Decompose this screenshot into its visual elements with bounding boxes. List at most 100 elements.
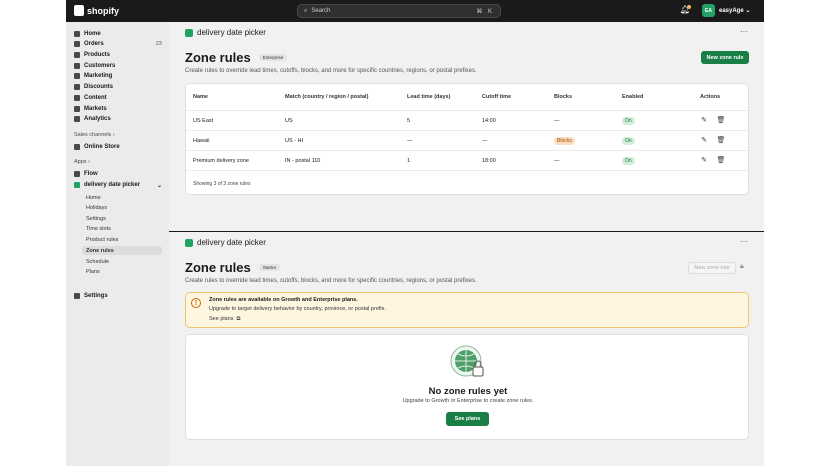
rule-match: IN - postal 110 (285, 158, 321, 164)
new-zone-rule-button[interactable]: New zone rule (688, 262, 736, 274)
sidebar-item-label: Products (84, 52, 111, 58)
see-plans-button[interactable]: See plans (446, 412, 489, 426)
sales-channels-header[interactable]: Sales channels › (74, 132, 115, 138)
sidebar-item-home[interactable]: Home (74, 29, 162, 39)
column-header: Actions (700, 94, 721, 100)
sidebar-item-products[interactable]: Products (74, 50, 162, 60)
sidebar-item-label: Home (84, 31, 101, 37)
sidebar-item-orders[interactable]: Orders 23 (74, 39, 162, 49)
app-title: delivery date picker (197, 238, 266, 247)
banner-text: Upgrade to target delivery behavior by c… (209, 306, 386, 312)
orders-icon (74, 41, 80, 47)
rule-cutoff: 14:00 (482, 118, 496, 124)
sub-item-zone-rules[interactable]: Zone rules (82, 246, 162, 255)
sidebar-item-label: Settings (84, 293, 108, 299)
app-icon (185, 238, 193, 247)
store-menu[interactable]: easyAge ⌄ (719, 7, 750, 14)
sub-item-holidays[interactable]: Holidays (86, 203, 162, 212)
store-name: easyAge (719, 8, 744, 14)
enabled-badge[interactable]: On (622, 157, 635, 165)
search-icon: ⌕ (304, 7, 308, 14)
shopify-bag-icon (74, 5, 84, 16)
content-icon (74, 95, 80, 101)
rule-name: US East (193, 118, 214, 124)
markets-icon (74, 106, 80, 112)
page-title-row: Zone rules Starter (185, 260, 281, 275)
table-footer: Showing 3 of 3 zone rules (186, 170, 750, 196)
avatar[interactable]: EA (702, 4, 715, 17)
enabled-badge[interactable]: On (622, 117, 635, 125)
discounts-icon (74, 84, 80, 90)
rule-lead-time: 5 (407, 118, 411, 124)
external-link-icon: ⧉ (236, 316, 241, 322)
edit-icon[interactable]: ✎ (699, 156, 709, 166)
sidebar-item-discounts[interactable]: Discounts (74, 82, 162, 92)
sidebar-item-analytics[interactable]: Analytics (74, 114, 162, 124)
section-label: Apps (74, 159, 87, 165)
rule-blocks: — (554, 118, 560, 124)
delete-icon[interactable]: 🗑︎ (716, 136, 726, 146)
sidebar-item-label: Content (84, 95, 107, 101)
column-header: Match (country / region / postal) (285, 94, 369, 100)
shopify-logo[interactable]: shopify (74, 5, 119, 16)
delete-icon[interactable]: 🗑︎ (716, 156, 726, 166)
app-header: delivery date picker (185, 238, 266, 247)
app-header: delivery date picker (185, 28, 266, 37)
sub-item-plans[interactable]: Plans (86, 267, 162, 276)
gear-icon (74, 293, 80, 299)
flow-icon (74, 171, 80, 177)
page-title: Zone rules (185, 260, 251, 275)
column-header: Lead time (days) (407, 94, 451, 100)
table-row[interactable]: Hawaii US - HI — — Blocks On ✎ 🗑︎ (186, 130, 750, 150)
page-description: Create rules to override lead times, cut… (185, 68, 477, 74)
sidebar-item-delivery-date-picker[interactable]: delivery date picker ⌄ (74, 180, 162, 190)
notifications-bell-icon[interactable]: 🔔︎ (679, 5, 691, 17)
sidebar: Home Orders 23 Products Customers Marketi… (66, 22, 169, 466)
table-row[interactable]: US East US 5 14:00 — On ✎ 🗑︎ (186, 110, 750, 130)
delete-icon[interactable]: 🗑︎ (716, 116, 726, 126)
sidebar-item-flow[interactable]: Flow (74, 169, 162, 179)
rule-name: Premium delivery zone (193, 158, 249, 164)
main-content: delivery date picker ··· Zone rules Ente… (169, 22, 764, 466)
search-placeholder: Search (311, 8, 331, 14)
app-icon (74, 182, 80, 188)
app-title: delivery date picker (197, 28, 266, 37)
empty-state-text: Upgrade to Growth or Enterprise to creat… (402, 398, 534, 404)
upgrade-banner: ! Zone rules are available on Growth and… (185, 292, 749, 328)
sidebar-item-label: Customers (84, 63, 116, 69)
search-shortcut: ⌘ K (476, 8, 494, 15)
shopify-admin-window: shopify ⌕ Search ⌘ K 🔔︎ EA easyAge ⌄ Hom… (66, 0, 764, 466)
sub-item-time-slots[interactable]: Time slots (86, 224, 162, 233)
page-title-row: Zone rules Enterprise (185, 50, 288, 65)
sidebar-item-settings[interactable]: Settings (74, 291, 162, 301)
sidebar-item-online-store[interactable]: Online Store (74, 142, 162, 152)
sub-item-schedule[interactable]: Schedule (86, 257, 162, 266)
more-actions-icon[interactable]: ··· (740, 237, 748, 246)
edit-icon[interactable]: ✎ (699, 116, 709, 126)
notification-dot (687, 5, 691, 9)
edit-icon[interactable]: ✎ (699, 136, 709, 146)
search-bar[interactable]: ⌕ Search ⌘ K (297, 4, 501, 18)
table-row[interactable]: Premium delivery zone IN - postal 110 1 … (186, 150, 750, 170)
apps-header[interactable]: Apps › (74, 159, 90, 165)
sub-item-settings[interactable]: Settings (86, 214, 162, 223)
new-zone-rule-button[interactable]: New zone rule (701, 51, 749, 64)
link-label: See plans (209, 316, 234, 322)
sidebar-item-marketing[interactable]: Marketing (74, 71, 162, 81)
analytics-icon (74, 116, 80, 122)
rule-blocks: — (554, 158, 560, 164)
sidebar-item-label: Analytics (84, 116, 111, 122)
chevron-right-icon: › (88, 159, 90, 165)
see-plans-link[interactable]: See plans ⧉ (209, 316, 240, 323)
products-icon (74, 52, 80, 58)
sidebar-item-customers[interactable]: Customers (74, 61, 162, 71)
enabled-badge[interactable]: On (622, 137, 635, 145)
sub-item-home[interactable]: Home (86, 193, 162, 202)
sidebar-item-content[interactable]: Content (74, 93, 162, 103)
rule-cutoff: 18:00 (482, 158, 496, 164)
sidebar-item-markets[interactable]: Markets (74, 104, 162, 114)
sidebar-item-label: Marketing (84, 73, 113, 79)
empty-state-card: No zone rules yet Upgrade to Growth or E… (185, 334, 749, 440)
sub-item-product-rules[interactable]: Product rules (86, 235, 162, 244)
more-actions-icon[interactable]: ··· (740, 27, 748, 36)
